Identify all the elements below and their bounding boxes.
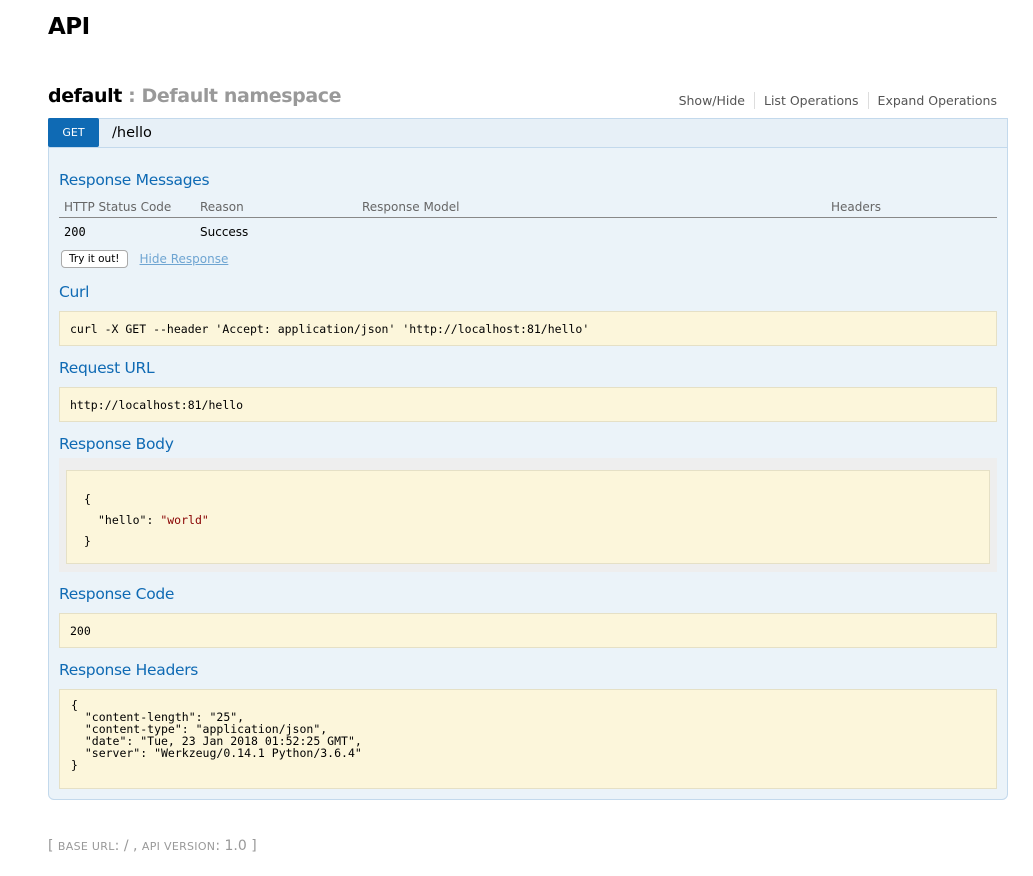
hide-response-link[interactable]: Hide Response (140, 252, 229, 266)
reason-cell: Success (200, 225, 249, 239)
expand-operations-link[interactable]: Expand Operations (867, 92, 997, 109)
response-code-box[interactable]: 200 (59, 613, 997, 648)
api-version-value: : 1.0 (215, 838, 247, 854)
curl-box[interactable]: curl -X GET --header 'Accept: applicatio… (59, 311, 997, 346)
operation-path[interactable]: /hello (112, 125, 152, 141)
json-close-brace: } (84, 534, 91, 548)
namespace-actions: Show/Hide List Operations Expand Operati… (670, 92, 997, 109)
show-hide-link[interactable]: Show/Hide (670, 92, 754, 109)
api-info-footer: [ Base url: / , api version: 1.0 ] (48, 838, 257, 854)
request-url-title: Request URL (59, 359, 155, 377)
request-url-box[interactable]: http://localhost:81/hello (59, 387, 997, 422)
column-header: Headers (831, 200, 881, 214)
response-body-title: Response Body (59, 435, 174, 453)
operation-heading[interactable]: GET /hello (48, 118, 1007, 148)
list-operations-link[interactable]: List Operations (754, 92, 868, 109)
curl-command: curl -X GET --header 'Accept: applicatio… (70, 321, 590, 336)
page-title: API (48, 14, 90, 40)
json-colon: : (146, 513, 161, 527)
json-key: "hello" (98, 513, 147, 527)
curl-title: Curl (59, 283, 90, 301)
response-headers-title: Response Headers (59, 661, 199, 679)
try-it-out-button[interactable]: Try it out! (61, 250, 128, 268)
status-code-cell: 200 (64, 225, 86, 239)
base-url-value: : / , (114, 838, 142, 854)
response-messages-table: HTTP Status Code Reason Response Model H… (59, 197, 997, 246)
column-header: HTTP Status Code (64, 200, 172, 214)
response-messages-title: Response Messages (59, 171, 210, 189)
json-line: "hello": "world" (84, 510, 989, 531)
namespace-description: Default namespace (141, 85, 342, 107)
api-version-label: api version (141, 840, 216, 853)
response-code-value: 200 (70, 623, 91, 638)
namespace-heading[interactable]: default : Default namespace (48, 85, 342, 107)
table-row: 200 Success (59, 218, 997, 246)
namespace-name[interactable]: default (48, 85, 122, 107)
response-body-wrapper: { "hello": "world" } (59, 458, 997, 572)
response-code-title: Response Code (59, 585, 175, 603)
table-header: HTTP Status Code Reason Response Model H… (59, 197, 997, 218)
response-body-box[interactable]: { "hello": "world" } (66, 470, 990, 564)
base-url-label: Base url (57, 840, 115, 853)
footer-close-bracket: ] (246, 838, 257, 854)
operation-panel: GET /hello Response Messages HTTP Status… (48, 118, 1008, 800)
submit-row: Try it out! Hide Response (61, 250, 228, 268)
request-url-value: http://localhost:81/hello (70, 397, 244, 412)
column-header: Reason (200, 200, 244, 214)
http-method-badge[interactable]: GET (48, 118, 99, 147)
json-open-brace: { (84, 492, 91, 506)
json-value: "world" (160, 513, 209, 527)
column-header: Response Model (362, 200, 460, 214)
footer-open-bracket: [ (48, 838, 58, 854)
response-headers-box[interactable]: { "content-length": "25", "content-type"… (59, 689, 997, 789)
namespace-separator: : (121, 85, 142, 107)
